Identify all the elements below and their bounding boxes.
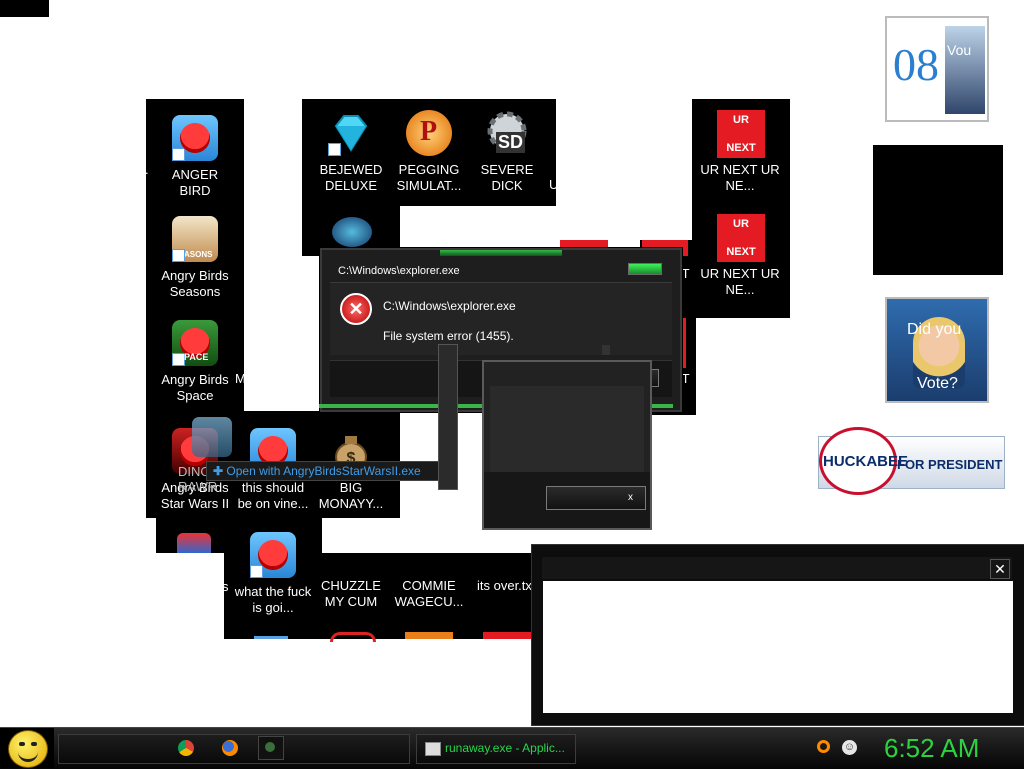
clock-number: 08 bbox=[893, 39, 939, 90]
partial-icon bbox=[483, 632, 531, 639]
icon-label: BEJEWED DELUXE bbox=[319, 162, 383, 193]
icon-label: what the fuck is goi... bbox=[234, 584, 312, 615]
huckabee-name: HUCKABEE bbox=[823, 453, 909, 470]
ghost-dialog-content bbox=[490, 386, 644, 472]
desktop-icon-anger-bird[interactable]: ANGER BIRD bbox=[155, 115, 235, 199]
top-left-black-strip bbox=[0, 0, 49, 17]
clock-overlay-text: Vou bbox=[947, 42, 972, 58]
vote-text-line2: Vote? bbox=[917, 375, 958, 392]
desktop-icon-angry-birds-seasons[interactable]: ASONS Angry Birds Seasons bbox=[155, 216, 235, 300]
angry-bird-icon bbox=[250, 532, 296, 578]
dialog-close-button[interactable] bbox=[628, 263, 662, 275]
partial-icon bbox=[254, 636, 288, 639]
icon-label: UR NEXT UR NE... bbox=[700, 266, 780, 297]
shortcut-arrow-icon bbox=[328, 143, 341, 156]
quick-launch-button[interactable] bbox=[258, 736, 284, 760]
dialog-title: C:\Windows\explorer.exe bbox=[338, 265, 460, 277]
plus-icon: ✚ bbox=[213, 464, 224, 478]
label-fragment: s bbox=[222, 579, 229, 594]
clock-widget[interactable]: 08 Vou bbox=[885, 16, 989, 122]
start-button[interactable] bbox=[8, 730, 48, 768]
huckabee-tagline: FOR PRESIDENT bbox=[897, 457, 1003, 472]
label-fragment: M bbox=[235, 371, 246, 386]
icon-label: this should be on vine... bbox=[237, 480, 309, 511]
chrome-icon[interactable] bbox=[178, 740, 194, 756]
partial-icon bbox=[330, 632, 376, 642]
vote-widget[interactable]: Did you Vote? bbox=[885, 297, 989, 403]
black-widget-square bbox=[873, 145, 1003, 275]
error-icon: ✕ bbox=[340, 293, 372, 325]
shortcut-arrow-icon bbox=[172, 148, 185, 161]
partial-icon bbox=[177, 533, 211, 553]
dragged-icon-ghost bbox=[192, 417, 232, 457]
icon-text: ASONS bbox=[184, 250, 213, 259]
dialog-title-accent bbox=[440, 250, 562, 256]
icon-text: P bbox=[420, 116, 438, 147]
icon-label: Angry Birds Seasons bbox=[161, 268, 229, 299]
smiley-eye-icon bbox=[31, 742, 37, 746]
icon-label: UR NEXT UR NE... bbox=[700, 162, 780, 193]
icon-label: Angry Birds Space bbox=[161, 372, 229, 403]
desktop-icon-angry-birds-space[interactable]: PACE Angry Birds Space bbox=[155, 320, 235, 404]
close-icon[interactable]: ✕ bbox=[990, 559, 1010, 579]
ghost-button[interactable]: x bbox=[546, 486, 646, 510]
angry-bird-icon bbox=[172, 115, 218, 161]
app-icon bbox=[265, 742, 275, 752]
taskbar-clock[interactable]: 6:52 AM bbox=[884, 733, 979, 763]
dialog-grip bbox=[602, 345, 610, 355]
desktop-icon-ur-next-2[interactable]: UR NEXT UR NEXT UR NE... bbox=[700, 214, 780, 298]
icon-text: PACE bbox=[184, 352, 209, 362]
partial-icon bbox=[332, 217, 372, 247]
firefox-icon[interactable] bbox=[222, 740, 238, 756]
icon-label: ANGER BIRD bbox=[171, 167, 219, 198]
ur-next-icon: UR NEXT bbox=[717, 214, 765, 262]
desktop-icon-ur-next-1[interactable]: UR NEXT UR NEXT UR NE... bbox=[700, 110, 780, 194]
empty-window[interactable]: ✕ bbox=[531, 544, 1024, 726]
desktop-icon-commie[interactable]: COMMIE WAGECU... bbox=[389, 578, 469, 610]
window-trail-left bbox=[438, 344, 458, 490]
smiley-eye-icon bbox=[19, 742, 25, 746]
empty-window-content bbox=[543, 581, 1013, 713]
shortcut-arrow-icon bbox=[250, 565, 263, 578]
desktop-icon-its-over[interactable]: its over.tx bbox=[467, 578, 533, 594]
ghost-dialog[interactable]: x bbox=[482, 360, 652, 530]
label-fragment: U bbox=[549, 177, 559, 192]
icon-label: BIG MONAYY... bbox=[318, 480, 384, 511]
desktop-icon-pegging-simulator[interactable]: P PEGGING SIMULAT... bbox=[389, 110, 469, 194]
empty-window-titlebar bbox=[542, 557, 1012, 579]
desktop-icon-severe-dick[interactable]: SD SEVERE DICK bbox=[467, 110, 547, 194]
label-fragment: . bbox=[145, 162, 149, 177]
smiley-mouth-icon bbox=[18, 751, 38, 762]
label-fragment: T bbox=[302, 371, 310, 386]
angry-birds-space-icon: PACE bbox=[172, 320, 218, 366]
angry-birds-seasons-icon: ASONS bbox=[172, 216, 218, 262]
diamond-gem-icon bbox=[328, 110, 374, 156]
desktop-icon-what-the-fuck-is-going[interactable]: what the fuck is goi... bbox=[233, 532, 313, 616]
smiley-tray-icon[interactable]: ☺ bbox=[842, 740, 857, 755]
icon-label: COMMIE WAGECU... bbox=[394, 578, 464, 609]
drag-tooltip-text: Open with AngryBirdsStarWarsII.exe bbox=[226, 464, 421, 478]
drag-tooltip: ✚ Open with AngryBirdsStarWarsII.exe bbox=[206, 461, 448, 481]
search-icon[interactable] bbox=[817, 740, 830, 753]
dialog-content: ✕ C:\Windows\explorer.exe File system er… bbox=[330, 282, 672, 355]
task-label: runaway.exe - Applic... bbox=[445, 741, 565, 755]
task-button-runaway[interactable]: runaway.exe - Applic... bbox=[416, 734, 576, 764]
huckabee-banner[interactable]: HUCKABEE FOR PRESIDENT bbox=[818, 427, 1005, 495]
vote-text-line1: Did you bbox=[907, 321, 962, 338]
error-heading: C:\Windows\explorer.exe bbox=[383, 299, 516, 313]
desktop-icon-chuzzle[interactable]: CHUZZLE MY CUM bbox=[311, 578, 391, 610]
gear-sd-icon: SD bbox=[484, 110, 530, 156]
icon-text: SD bbox=[496, 132, 526, 153]
ur-next-icon: UR NEXT bbox=[717, 110, 765, 158]
application-window-icon bbox=[425, 742, 441, 756]
icon-label: CHUZZLE MY CUM bbox=[321, 578, 381, 609]
partial-icon bbox=[405, 632, 453, 639]
desktop-icon-bejewed-deluxe[interactable]: BEJEWED DELUXE bbox=[311, 110, 391, 194]
icon-label: SEVERE DICK bbox=[480, 162, 534, 193]
peggle-icon: P bbox=[406, 110, 452, 156]
icon-label: PEGGING SIMULAT... bbox=[396, 162, 462, 193]
error-message: File system error (1455). bbox=[383, 329, 514, 343]
clock-widget-photo bbox=[945, 26, 985, 114]
shortcut-arrow-icon bbox=[172, 249, 185, 262]
